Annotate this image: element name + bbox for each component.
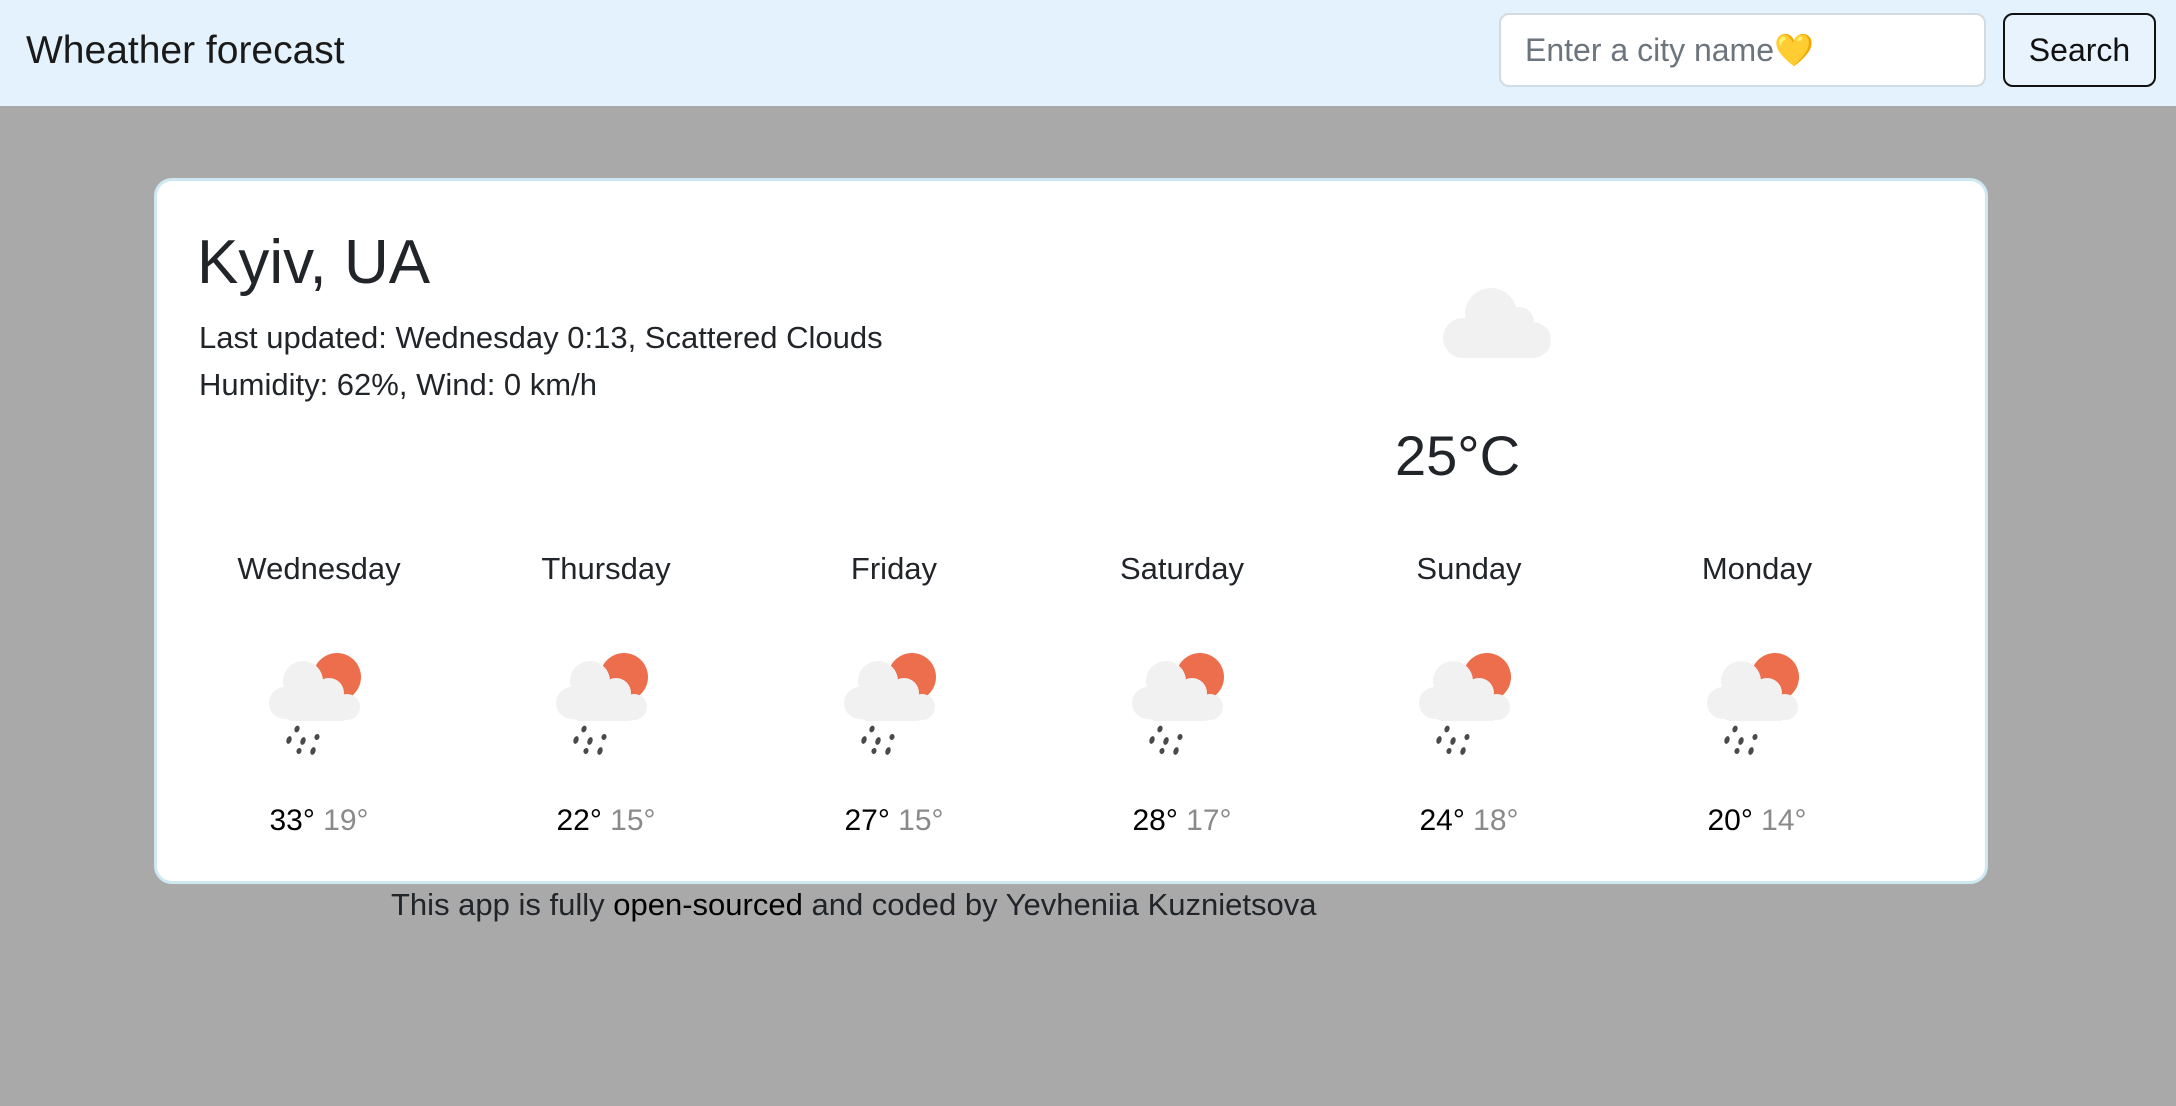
forecast-max-temp: 33° [269, 804, 315, 837]
footer-prefix: This app is fully [391, 887, 614, 922]
forecast-day-name: Monday [1701, 551, 1813, 586]
forecast-day: Thursday 22° 15° [486, 549, 726, 841]
rain-partly-sunny-icon [1419, 653, 1511, 755]
last-updated-text: Last updated: Wednesday 0:13, Scattered … [199, 320, 883, 355]
forecast-day-name: Sunday [1416, 551, 1522, 586]
forecast-temps: 22° 15° [486, 801, 726, 841]
forecast-day-name: Saturday [1119, 551, 1245, 586]
navbar: Wheather forecast Search [0, 0, 2176, 106]
footer-suffix: and coded by Yevheniia Kuznietsova [802, 887, 1317, 922]
forecast-temps: 28° 17° [1062, 801, 1302, 841]
forecast-day: Friday 27° 15° [774, 549, 1014, 841]
weather-card: Kyiv, UA Last updated: Wednesday 0:13, S… [154, 178, 1988, 884]
forecast-min-temp: 17° [1186, 804, 1232, 837]
city-search-input[interactable] [1499, 13, 1986, 87]
forecast-max-temp: 24° [1419, 804, 1465, 837]
rain-partly-sunny-icon [844, 653, 936, 755]
open-source-link[interactable]: open-sourced [613, 887, 803, 922]
forecast-max-temp: 28° [1132, 804, 1178, 837]
forecast-temps: 20° 14° [1637, 801, 1877, 841]
search-button[interactable]: Search [2003, 13, 2156, 87]
forecast-day-name: Thursday [541, 551, 671, 586]
rain-partly-sunny-icon [269, 653, 361, 755]
forecast-temps: 33° 19° [199, 801, 439, 841]
rain-partly-sunny-icon [1707, 653, 1799, 755]
forecast-day: Monday 20° 14° [1637, 549, 1877, 841]
forecast-min-temp: 15° [610, 804, 656, 837]
forecast-day-name: Wednesday [237, 551, 401, 586]
forecast-max-temp: 22° [556, 804, 602, 837]
app-title: Wheather forecast [26, 29, 345, 72]
forecast-day-name: Friday [850, 551, 938, 586]
rain-partly-sunny-icon [1132, 653, 1224, 755]
footer-text: This app is fully open-sourced and coded… [391, 884, 1316, 926]
humidity-wind-text: Humidity: 62%, Wind: 0 km/h [199, 367, 597, 402]
forecast-day: Sunday 24° 18° [1349, 549, 1589, 841]
forecast-min-temp: 15° [898, 804, 944, 837]
forecast-temps: 24° 18° [1349, 801, 1589, 841]
forecast-day: Saturday 28° 17° [1062, 549, 1302, 841]
forecast-max-temp: 27° [844, 804, 890, 837]
forecast-max-temp: 20° [1707, 804, 1753, 837]
forecast-temps: 27° 15° [774, 801, 1014, 841]
current-temperature: 25°C [1395, 424, 1521, 487]
forecast-day: Wednesday 33° 19° [199, 549, 439, 841]
city-name: Kyiv, UA [197, 228, 431, 297]
forecast-min-temp: 14° [1761, 804, 1807, 837]
rain-partly-sunny-icon [556, 653, 648, 755]
forecast-min-temp: 18° [1473, 804, 1519, 837]
cloud-icon [1443, 288, 1551, 358]
forecast-min-temp: 19° [323, 804, 369, 837]
